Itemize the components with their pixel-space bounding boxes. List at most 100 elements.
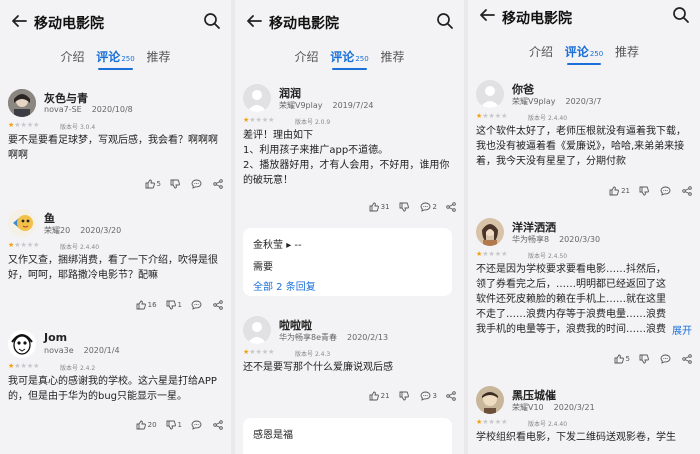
username[interactable]: 鱼 [44,210,55,226]
username[interactable]: 黑压城催 [512,387,556,403]
dislike-button[interactable] [399,391,411,401]
comment-button[interactable] [191,300,204,310]
review-text: 差评！理由如下 1、利用孩子来推广app不道德。 2、播放器好用，才有人会用，不… [243,128,456,188]
share-icon [213,300,223,310]
tab-recommend[interactable]: 推荐 [381,48,405,65]
share-button[interactable] [213,179,223,189]
share-icon [213,179,223,189]
review-text: 又作又查，捆绑消费，看了一下介绍，吹得是很好，呵呵，耶路撒冷电影节？配嘛 [8,255,218,281]
version-prefix: 版本号 [295,351,314,358]
tab-intro[interactable]: 介绍 [294,48,318,65]
avatar [243,84,271,112]
share-button[interactable] [682,354,692,364]
comment-button[interactable] [660,354,673,364]
tab-comments[interactable]: 评论250 [96,48,135,70]
dislike-button[interactable] [170,179,182,189]
review-item: 润润 荣耀V9play 2019/7/24 ★★★★★ 版本号 2.0.9 差评！… [235,84,464,224]
star-rating: ★★★★★ [243,116,275,124]
review-actions: 5 [145,179,223,189]
comment-button[interactable] [191,420,204,430]
like-button[interactable]: 5 [614,354,630,364]
tab-comments[interactable]: 评论250 [565,43,604,65]
share-button[interactable] [682,186,692,196]
tab-recommend[interactable]: 推荐 [615,43,639,60]
thumbs-down-icon [399,202,409,212]
version: 版本号 2.4.40 [528,419,567,428]
reply-box: 感恩是福 [243,418,452,454]
tab-comments-count: 250 [589,50,604,58]
review-actions: 21 [609,186,692,196]
username[interactable]: 你爸 [512,81,534,97]
tab-intro[interactable]: 介绍 [60,48,84,65]
version: 版本号 2.4.2 [60,363,95,372]
username[interactable]: 灰色与青 [44,90,88,106]
like-count: 5 [625,355,630,363]
thumbs-down-icon [639,354,649,364]
share-button[interactable] [446,391,456,401]
dislike-button[interactable]: 1 [166,300,182,310]
username[interactable]: 润润 [279,85,301,101]
date: 2020/3/30 [559,235,601,244]
comment-button[interactable]: 3 [420,391,437,401]
share-icon [682,354,692,364]
like-button[interactable]: 5 [145,179,161,189]
device: 华为畅享8e青春 [279,333,338,342]
back-arrow-icon[interactable] [10,12,28,30]
review-text-line: 1、利用孩子来推广app不道德。 [243,145,389,156]
search-icon[interactable] [436,12,454,30]
tab-comments-label: 评论 [96,50,121,64]
comment-button[interactable] [660,186,673,196]
share-icon [682,186,692,196]
comment-button[interactable] [191,179,204,189]
avatar [476,80,504,108]
back-arrow-icon[interactable] [478,6,496,24]
review-actions: 16 1 [136,300,223,310]
version: 版本号 2.4.40 [528,113,567,122]
reply-username[interactable]: 感恩是福 [253,426,293,441]
version-prefix: 版本号 [528,115,547,122]
review-text: 要不是要看足球梦，写观后感，我会看？啊啊啊啊啊 [8,135,218,161]
back-arrow-icon[interactable] [245,12,263,30]
tab-comments[interactable]: 评论250 [330,48,369,70]
share-button[interactable] [213,420,223,430]
reply-username[interactable]: 金秋莹 ▸ -- [253,236,302,251]
search-icon[interactable] [203,12,221,30]
tab-bar: 介绍 评论250 推荐 [468,43,700,69]
like-button[interactable]: 20 [136,420,157,430]
review-text-line: 差评！理由如下 [243,130,313,141]
comment-icon [420,202,430,212]
like-button[interactable]: 21 [369,391,390,401]
date: 2020/3/20 [80,226,122,235]
tab-intro[interactable]: 介绍 [529,43,553,60]
expand-link[interactable]: 展开 [672,322,692,337]
share-icon [446,391,456,401]
comment-button[interactable]: 2 [420,202,437,212]
like-count: 16 [147,301,157,309]
username[interactable]: 啦啦啦 [279,317,312,333]
tab-recommend[interactable]: 推荐 [147,48,171,65]
dislike-button[interactable] [639,186,651,196]
dislike-button[interactable]: 1 [166,420,182,430]
version: 版本号 2.4.50 [528,251,567,260]
search-icon[interactable] [672,6,690,24]
username[interactable]: 洋洋洒洒 [512,219,556,235]
device: 荣耀V9play [279,101,323,110]
like-button[interactable]: 31 [369,202,390,212]
share-button[interactable] [446,202,456,212]
thumbs-down-icon [166,300,176,310]
dislike-button[interactable] [399,202,411,212]
like-button[interactable]: 16 [136,300,157,310]
all-replies-link[interactable]: 全部 2 条回复 [253,278,316,293]
share-button[interactable] [213,300,223,310]
app-title: 移动电影院 [34,16,104,32]
review-item: 鱼 荣耀20 2020/3/20 ★★★★★ 版本号 2.4.40 又作又查，捆绑… [0,209,231,319]
device: 荣耀V9play [512,97,556,106]
username[interactable]: Jom [44,331,67,344]
version: 版本号 3.0.4 [60,122,95,131]
review-item: 你爸 荣耀V9play 2020/3/7 ★★★★★ 版本号 2.4.40 这个软… [468,80,700,200]
avatar [243,316,271,344]
like-button[interactable]: 21 [609,186,630,196]
dislike-button[interactable] [639,354,651,364]
review-meta: nova3e 2020/1/4 [44,346,130,355]
date: 2020/3/21 [553,403,595,412]
